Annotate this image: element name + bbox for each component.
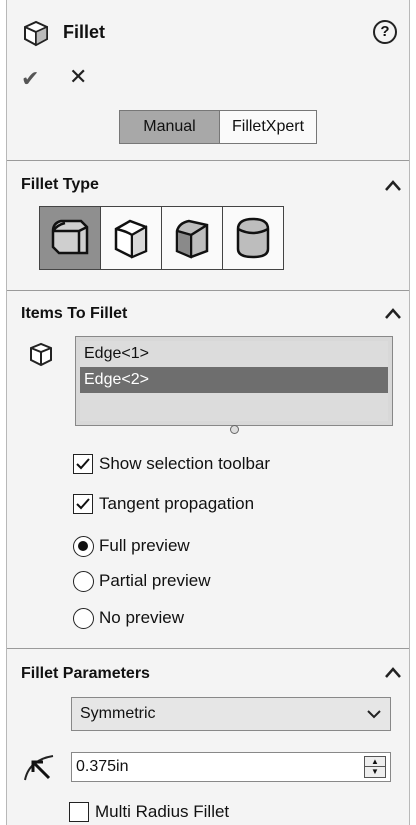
ok-button[interactable]: ✔ (21, 66, 39, 92)
list-item[interactable]: Edge<2> (80, 367, 388, 393)
full-round-fillet-button[interactable] (222, 206, 284, 270)
multi-radius-fillet-checkbox[interactable]: Multi Radius Fillet (69, 800, 229, 824)
page-title: Fillet (63, 22, 106, 42)
radius-stepper[interactable]: ▲ ▼ (364, 756, 386, 778)
checkmark-icon (76, 498, 90, 510)
mode-tabs: Manual FilletXpert (119, 110, 317, 144)
select-value: Symmetric (80, 705, 156, 722)
radius-input[interactable]: 0.375in ▲ ▼ (71, 752, 391, 782)
constant-size-fillet-icon (51, 219, 89, 255)
fillet-type-heading: Fillet Type (21, 176, 99, 193)
variable-size-fillet-icon (114, 219, 148, 259)
collapse-chevron-icon[interactable] (383, 306, 403, 322)
checkbox-label: Show selection toolbar (99, 454, 271, 473)
checkbox-label: Tangent propagation (99, 494, 255, 513)
fillet-type-buttons (39, 206, 284, 270)
divider (7, 648, 409, 649)
stepper-down-icon[interactable]: ▼ (365, 767, 385, 777)
divider (7, 160, 409, 161)
radio-label: Partial preview (99, 571, 211, 590)
header: Fillet ? (7, 0, 409, 62)
face-fillet-icon (175, 219, 209, 259)
checkmark-icon (76, 458, 90, 470)
tab-manual[interactable]: Manual (120, 111, 220, 143)
tangent-propagation-checkbox[interactable]: Tangent propagation (73, 492, 254, 516)
fillet-property-manager: Fillet ? ✔ ✕ Manual FilletXpert Fillet T… (6, 0, 410, 825)
edge-selection-icon (30, 342, 52, 367)
constant-size-fillet-button[interactable] (39, 206, 101, 270)
checkbox[interactable] (73, 454, 93, 474)
chevron-down-icon (367, 710, 381, 719)
resize-handle[interactable] (230, 425, 239, 434)
radio-button[interactable] (73, 535, 94, 557)
divider (7, 290, 409, 291)
partial-preview-radio[interactable]: Partial preview (73, 569, 211, 593)
full-preview-radio[interactable]: Full preview (73, 534, 190, 558)
tab-filletxpert[interactable]: FilletXpert (220, 111, 316, 143)
radio-label: Full preview (99, 536, 190, 555)
radio-button[interactable] (73, 570, 94, 592)
checkbox-label: Multi Radius Fillet (95, 802, 230, 821)
no-preview-radio[interactable]: No preview (73, 606, 184, 630)
full-round-fillet-icon (236, 217, 270, 259)
radio-button[interactable] (73, 607, 94, 629)
radius-value: 0.375in (76, 758, 129, 775)
checkbox[interactable] (69, 802, 89, 822)
checkbox[interactable] (73, 494, 93, 514)
variable-size-fillet-button[interactable] (100, 206, 162, 270)
collapse-chevron-icon[interactable] (383, 178, 403, 194)
collapse-chevron-icon[interactable] (383, 665, 403, 681)
items-list[interactable]: Edge<1> Edge<2> (75, 336, 393, 426)
help-icon[interactable]: ? (373, 20, 397, 44)
show-selection-toolbar-checkbox[interactable]: Show selection toolbar (73, 452, 270, 476)
face-fillet-button[interactable] (161, 206, 223, 270)
fillet-feature-icon (24, 20, 48, 47)
fillet-parameters-heading: Fillet Parameters (21, 665, 150, 682)
radio-label: No preview (99, 608, 185, 627)
cancel-button[interactable]: ✕ (69, 64, 87, 90)
stepper-up-icon[interactable]: ▲ (365, 757, 385, 767)
list-item[interactable]: Edge<1> (80, 341, 388, 367)
profile-select[interactable]: Symmetric (71, 697, 391, 731)
items-to-fillet-heading: Items To Fillet (21, 305, 128, 322)
radius-icon (24, 755, 54, 781)
